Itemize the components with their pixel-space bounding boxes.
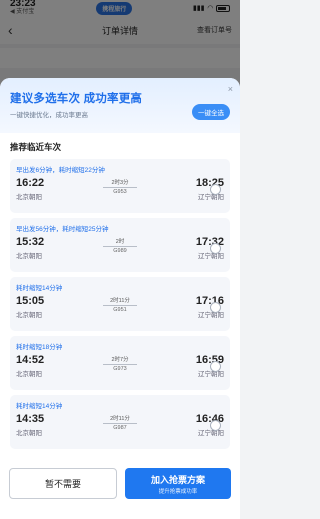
departure-station: 北京朝阳 [16,312,42,319]
select-radio[interactable] [210,184,221,195]
train-card[interactable]: 早出发6分钟，耗时缩短22分钟 16:22 北京朝阳 2时3分 G953 18:25… [10,159,230,213]
sheet-footer: 暂不需要 加入抢票方案 提升抢票成功率 [0,459,240,519]
train-card[interactable]: 耗时缩短14分钟 14:35 北京朝阳 2时11分 G987 16:46 辽宁朝阳 [10,395,230,449]
route-line [103,305,137,306]
departure-time: 15:05 [16,295,45,307]
train-note: 耗时缩短14分钟 [16,403,63,410]
departure-station: 北京朝阳 [16,430,42,437]
add-to-plan-sublabel: 提升抢票成功率 [158,488,198,495]
section-title: 推荐临近车次 [10,142,62,152]
select-radio[interactable] [210,302,221,313]
duration: 2时 [115,239,125,245]
add-to-plan-button[interactable]: 加入抢票方案 提升抢票成功率 [125,468,231,499]
departure-time: 14:52 [16,354,45,366]
duration: 2时11分 [110,298,130,304]
close-icon[interactable]: × [228,84,233,94]
select-all-button[interactable]: 一键全选 [192,104,230,120]
train-number: G989 [113,248,127,254]
duration: 2时7分 [111,357,129,363]
decline-button[interactable]: 暂不需要 [9,468,117,499]
departure-time: 16:22 [16,177,45,189]
route-line [103,364,137,365]
departure-time: 14:35 [16,413,45,425]
duration: 2时3分 [111,180,129,186]
select-radio[interactable] [210,243,221,254]
departure-station: 北京朝阳 [16,194,42,201]
train-card[interactable]: 耗时缩短18分钟 14:52 北京朝阳 2时7分 G973 16:59 辽宁朝阳 [10,336,230,390]
train-number: G987 [113,425,127,431]
sheet-header: 建议多选车次 成功率更高 一键快捷优化，成功率更高 × 一键全选 [0,78,240,133]
route-line [103,246,137,247]
departure-station: 北京朝阳 [16,371,42,378]
route-line [103,187,137,188]
train-number: G951 [113,307,127,313]
train-note: 耗时缩短14分钟 [16,285,63,292]
duration: 2时11分 [110,416,130,422]
train-number: G973 [113,366,127,372]
add-to-plan-label: 加入抢票方案 [150,474,205,485]
train-note: 早出发56分钟，耗时缩短25分钟 [16,226,109,233]
recommend-trains-sheet: 建议多选车次 成功率更高 一键快捷优化，成功率更高 × 一键全选 推荐临近车次 … [0,78,240,519]
departure-time: 15:32 [16,236,45,248]
train-card[interactable]: 耗时缩短14分钟 15:05 北京朝阳 2时11分 G951 17:16 辽宁朝阳 [10,277,230,331]
departure-station: 北京朝阳 [16,253,42,260]
train-note: 耗时缩短18分钟 [16,344,63,351]
train-note: 早出发6分钟，耗时缩短22分钟 [16,167,105,174]
train-card[interactable]: 早出发56分钟，耗时缩短25分钟 15:32 北京朝阳 2时 G989 17:32 辽… [10,218,230,272]
select-radio[interactable] [210,420,221,431]
train-number: G953 [113,189,127,195]
train-list: 早出发6分钟，耗时缩短22分钟 16:22 北京朝阳 2时3分 G953 18:25… [0,159,240,449]
route-line [103,423,137,424]
select-radio[interactable] [210,361,221,372]
